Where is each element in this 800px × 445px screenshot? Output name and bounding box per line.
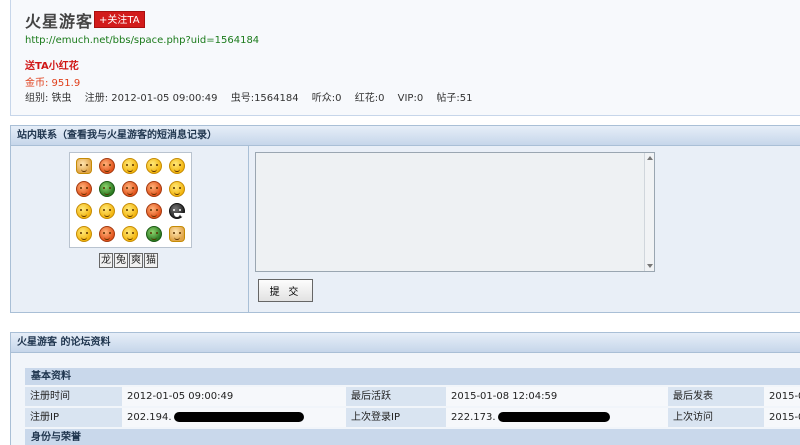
profile-header: 火星游客 +关注TA http://emuch.net/bbs/space.ph…	[10, 0, 800, 116]
person-icon	[145, 225, 162, 242]
emoji-button[interactable]	[142, 200, 165, 223]
handshake-icon	[169, 225, 186, 242]
emoji-set-cat[interactable]: 猫	[144, 253, 158, 268]
user-name: 火星游客	[25, 12, 94, 31]
emoji-button[interactable]	[72, 178, 95, 201]
emoji-button[interactable]	[119, 200, 142, 223]
stat-group: 组别: 铁虫	[25, 93, 72, 104]
emoji-set-tabs: 龙 兔 爽 猫	[99, 253, 158, 268]
emoji-button[interactable]	[119, 155, 142, 178]
last-login-ip-cell: 222.173.	[446, 408, 668, 427]
emoji-button[interactable]	[95, 200, 118, 223]
emoji-set-rabbit[interactable]: 兔	[114, 253, 128, 268]
identity-honor-heading: 身份与荣誉	[25, 429, 800, 445]
owl-icon	[169, 203, 186, 220]
emoji-button[interactable]	[142, 155, 165, 178]
stat-posts: 帖子:51	[436, 93, 473, 104]
last-active-value: 2015-01-08 12:04:59	[446, 387, 668, 406]
send-flower-link[interactable]: 送TA小红花	[25, 57, 79, 72]
emoji-button[interactable]	[95, 155, 118, 178]
emoji-button[interactable]	[142, 178, 165, 201]
dizzy-face-icon	[75, 203, 92, 220]
sad-face-icon	[145, 158, 162, 175]
stat-registered: 注册: 2012-01-05 09:00:49	[84, 93, 218, 104]
emoji-panel: 龙 兔 爽 猫	[11, 146, 249, 312]
redaction-mark	[497, 412, 610, 422]
emoji-button[interactable]	[119, 223, 142, 246]
devil-face-icon	[99, 225, 116, 242]
laugh-face-icon	[75, 225, 92, 242]
reg-ip-cell: 202.194.	[122, 408, 346, 427]
forum-profile-table: 基本资料 注册时间 2012-01-05 09:00:49 最后活跃 2015-…	[25, 368, 800, 445]
victory-hand-icon	[75, 158, 92, 175]
pouting-face-icon	[145, 180, 162, 197]
stat-flowers: 红花:0	[354, 93, 385, 104]
emoji-button[interactable]	[166, 200, 189, 223]
emoji-button[interactable]	[72, 223, 95, 246]
reg-time-label: 注册时间	[25, 387, 122, 406]
stat-vip: VIP:0	[397, 93, 424, 104]
heart-eyes-icon	[122, 180, 139, 197]
last-visit-label: 上次访问	[668, 408, 764, 427]
follow-button[interactable]: +关注TA	[94, 11, 145, 28]
reg-time-value: 2012-01-05 09:00:49	[122, 387, 346, 406]
emoji-button[interactable]	[72, 155, 95, 178]
last-post-value: 2015-0	[764, 387, 800, 406]
emoji-button[interactable]	[119, 178, 142, 201]
last-login-ip-label: 上次登录IP	[346, 408, 446, 427]
message-section: 站内联系（查看我与火星游客的短消息记录） 龙 兔 爽 猫 提 交	[10, 125, 800, 313]
emoji-button[interactable]	[95, 178, 118, 201]
textarea-scrollbar[interactable]	[644, 153, 654, 271]
pig-face-icon	[99, 158, 116, 175]
emoji-button[interactable]	[166, 155, 189, 178]
emoji-button[interactable]	[166, 178, 189, 201]
forum-profile-section: 火星游客 的论坛资料 基本资料 注册时间 2012-01-05 09:00:49…	[10, 332, 800, 445]
emoji-button[interactable]	[95, 223, 118, 246]
coins-value: 金币: 951.9	[25, 78, 81, 89]
message-textarea[interactable]	[255, 152, 655, 272]
table-row: 注册时间 2012-01-05 09:00:49 最后活跃 2015-01-08…	[25, 387, 800, 406]
blush-face-icon	[122, 225, 139, 242]
crying-face-icon	[145, 203, 162, 220]
grin-face-icon	[169, 158, 186, 175]
last-login-ip-value: 222.173.	[451, 412, 496, 423]
emoji-grid	[69, 152, 192, 248]
emoji-button[interactable]	[166, 223, 189, 246]
reg-ip-label: 注册IP	[25, 408, 122, 427]
submit-button[interactable]: 提 交	[258, 279, 313, 302]
reg-ip-value: 202.194.	[127, 412, 172, 423]
last-visit-value: 2015-0	[764, 408, 800, 427]
wink-face-icon	[122, 203, 139, 220]
stat-listeners: 听众:0	[311, 93, 342, 104]
forum-profile-title: 火星游客 的论坛资料	[11, 333, 800, 353]
emoji-button[interactable]	[142, 223, 165, 246]
profile-url[interactable]: http://emuch.net/bbs/space.php?uid=15641…	[25, 35, 259, 46]
emoji-set-dragon[interactable]: 龙	[99, 253, 113, 268]
last-active-label: 最后活跃	[346, 387, 446, 406]
emoji-button[interactable]	[72, 200, 95, 223]
smile-face-icon	[169, 180, 186, 197]
profile-stats: 组别: 铁虫 注册: 2012-01-05 09:00:49 虫号:156418…	[25, 89, 482, 104]
last-post-label: 最后发表	[668, 387, 764, 406]
basic-info-heading: 基本资料	[25, 368, 800, 385]
table-row: 注册IP 202.194. 上次登录IP 222.173. 上次访问 2015-…	[25, 408, 800, 427]
thinking-face-icon	[122, 158, 139, 175]
message-section-title: 站内联系（查看我与火星游客的短消息记录）	[11, 126, 800, 146]
angry-face-icon	[75, 180, 92, 197]
scroll-up-arrow-icon[interactable]	[647, 156, 653, 160]
turtle-icon	[99, 180, 116, 197]
emoji-set-cool[interactable]: 爽	[129, 253, 143, 268]
scroll-down-arrow-icon[interactable]	[647, 264, 653, 268]
stat-user-id: 虫号:1564184	[230, 93, 299, 104]
surprised-face-icon	[99, 203, 116, 220]
redaction-mark	[173, 412, 304, 422]
